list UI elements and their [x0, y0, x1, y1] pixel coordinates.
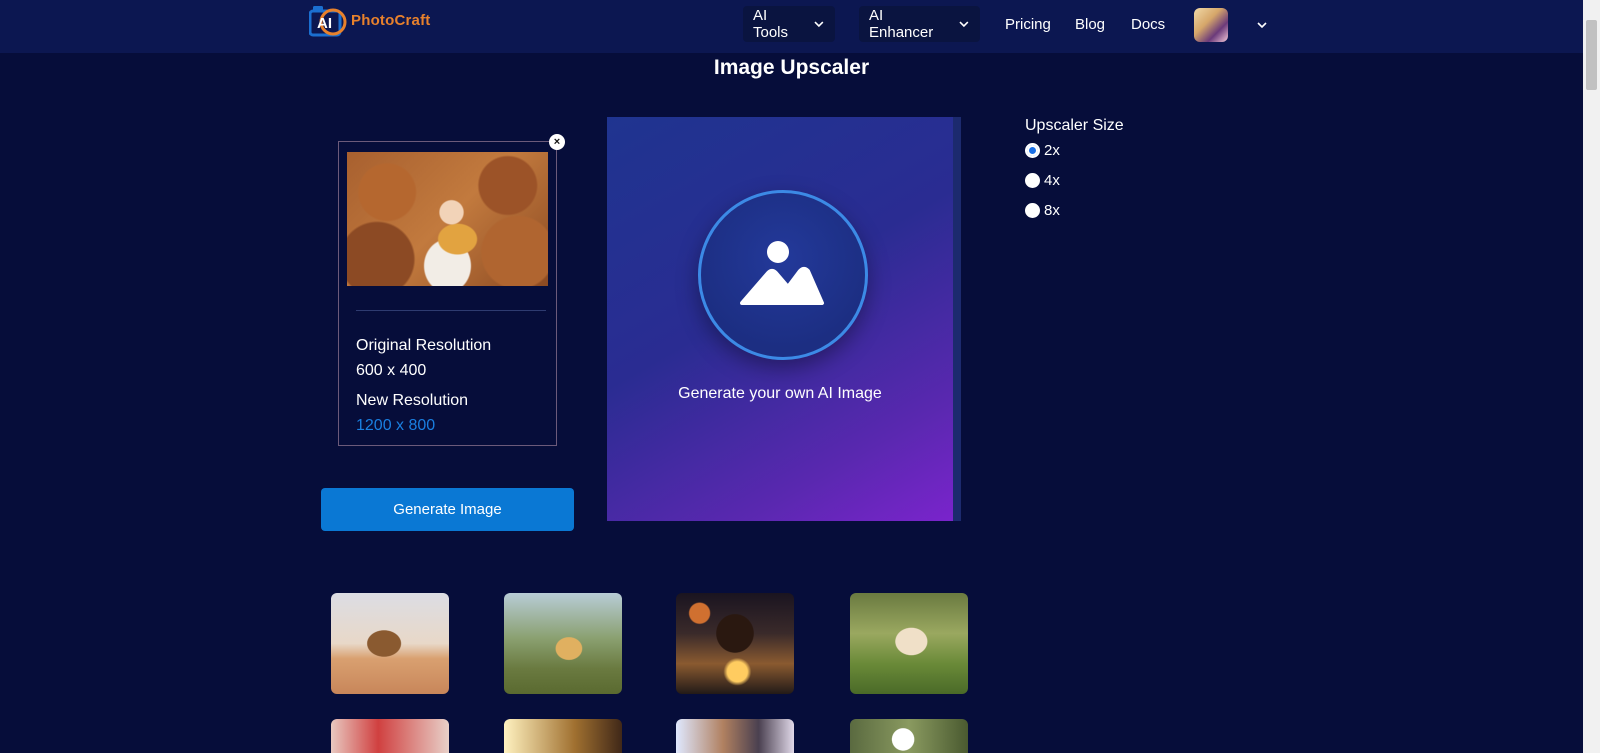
photocraft-logo[interactable]: AI PhotoCraft: [309, 2, 431, 38]
radio-button-checked[interactable]: [1025, 143, 1040, 158]
page-scrollbar[interactable]: [1583, 0, 1600, 753]
user-menu-chevron-icon[interactable]: [1256, 19, 1268, 31]
original-resolution-label: Original Resolution: [356, 337, 492, 354]
top-navbar: AI PhotoCraft AI Tools AI Enhancer Prici…: [0, 0, 1583, 53]
upscale-option-2x[interactable]: 2x: [1025, 142, 1060, 159]
sample-sunlight-photo[interactable]: [504, 719, 622, 753]
nav-pricing[interactable]: Pricing: [1005, 16, 1051, 33]
nav-docs[interactable]: Docs: [1131, 16, 1165, 33]
uploaded-image-preview: [347, 152, 548, 286]
chevron-down-icon: [959, 21, 969, 28]
generate-image-button[interactable]: Generate Image: [321, 488, 574, 531]
scrollbar-thumb[interactable]: [1586, 20, 1597, 90]
sample-white-flower-photo[interactable]: [850, 719, 968, 753]
generate-ai-image-panel[interactable]: Generate your own AI Image: [607, 117, 961, 521]
generate-ai-image-text: Generate your own AI Image: [678, 385, 882, 402]
nav-ai-enhancer[interactable]: AI Enhancer: [859, 6, 980, 42]
image-placeholder-circle: [698, 190, 868, 360]
uploaded-image-card: Original Resolution 600 x 400 New Resolu…: [338, 141, 557, 446]
sample-child-in-garden-photo[interactable]: [504, 593, 622, 694]
new-resolution-value: 1200 x 800: [356, 417, 436, 434]
upscale-option-label: 4x: [1044, 172, 1060, 189]
nav-ai-enhancer-label: AI Enhancer: [869, 7, 934, 41]
remove-image-close-icon[interactable]: ×: [549, 134, 565, 150]
image-placeholder-icon: [740, 241, 824, 305]
sample-camel-photo[interactable]: [331, 593, 449, 694]
new-resolution-label: New Resolution: [356, 392, 469, 409]
logo-text: PhotoCraft: [351, 11, 431, 29]
nav-ai-tools[interactable]: AI Tools: [743, 6, 835, 42]
upscale-option-8x[interactable]: 8x: [1025, 202, 1060, 219]
radio-button[interactable]: [1025, 173, 1040, 188]
sample-girl-with-lights-photo[interactable]: [676, 593, 794, 694]
user-avatar[interactable]: [1194, 8, 1228, 42]
original-resolution-value: 600 x 400: [356, 362, 427, 379]
upscaler-size-title: Upscaler Size: [1025, 117, 1124, 134]
sample-mother-child-photo[interactable]: [676, 719, 794, 753]
camera-logo-icon: AI: [309, 6, 347, 37]
nav-ai-tools-label: AI Tools: [753, 7, 789, 41]
logo-ai-text: AI: [317, 15, 332, 32]
upscale-option-label: 2x: [1044, 142, 1060, 159]
chevron-down-icon: [814, 21, 824, 28]
sample-red-blur-photo[interactable]: [331, 719, 449, 753]
card-divider: [356, 310, 546, 311]
upscale-option-label: 8x: [1044, 202, 1060, 219]
radio-button[interactable]: [1025, 203, 1040, 218]
sample-puppy-photo[interactable]: [850, 593, 968, 694]
upscale-option-4x[interactable]: 4x: [1025, 172, 1060, 189]
page-title: Image Upscaler: [713, 56, 870, 79]
nav-blog[interactable]: Blog: [1075, 16, 1105, 33]
